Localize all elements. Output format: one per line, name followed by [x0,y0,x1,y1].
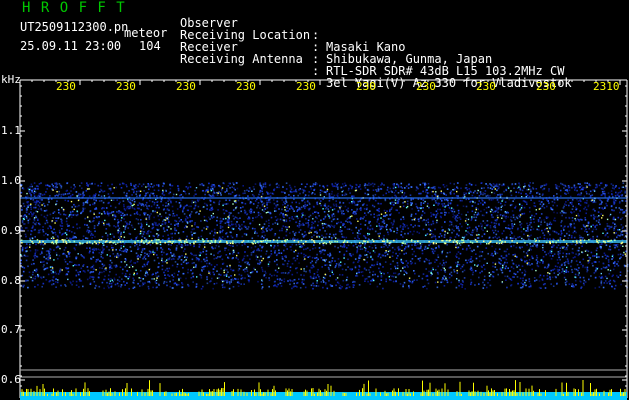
info-colon: : [312,64,320,78]
y-tick-label: 0.7 [1,323,21,336]
secondary-line [20,197,627,199]
info-label: Receiving Antenna [180,52,303,66]
meteor-count: 104 [139,39,161,53]
y-axis-unit: kHz [1,73,21,86]
x-tick-label: 230 [176,80,196,93]
baseline-fill [20,392,627,400]
x-tick-label: 230 [116,80,136,93]
y-tick-label: 0.8 [1,274,21,287]
x-tick-label: 230 [416,80,436,93]
y-tick-label: 1.0 [1,174,21,187]
date-time: 25.09.11 23:00 [20,39,122,53]
x-tick-label: 230 [296,80,316,93]
x-tick-label: 230 [236,80,256,93]
y-tick-label: 0.9 [1,224,21,237]
x-tick-label: 230 [56,80,76,93]
x-tick-label: 230 [536,80,556,93]
file-name: UT2509112300.pn [20,20,129,34]
y-tick-label: 1.1 [1,124,21,137]
x-tick-label: 2310 [593,80,620,93]
meteor-label: meteor [124,26,168,40]
x-tick-label: 230 [476,80,496,93]
brand-title: H R O F F T [22,0,126,16]
y-tick-label: 0.6 [1,373,21,386]
x-tick-label: 230 [356,80,376,93]
